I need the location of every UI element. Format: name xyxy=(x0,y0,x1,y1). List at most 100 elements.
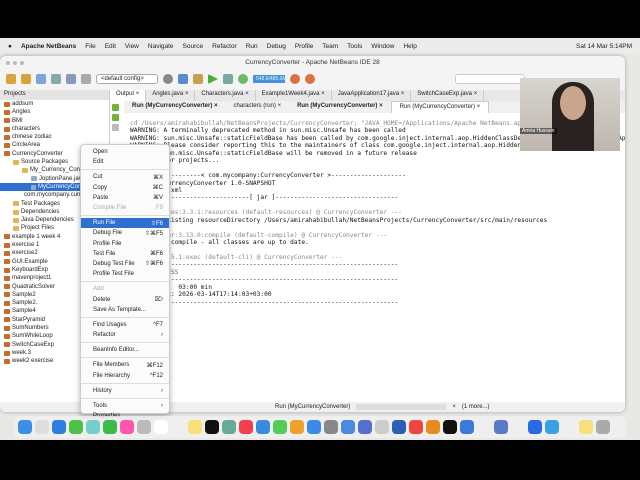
menu-file[interactable]: File xyxy=(85,43,95,50)
new-file-icon[interactable] xyxy=(6,74,16,84)
menu-item-find-usages[interactable]: Find Usages ^F7 xyxy=(81,320,169,330)
close-icon[interactable]: × xyxy=(243,91,249,97)
menu-edit[interactable]: Edit xyxy=(105,43,116,50)
menu-item-edit[interactable]: Edit xyxy=(81,157,169,167)
menu-debug[interactable]: Debug xyxy=(267,43,286,50)
dock-app-icon[interactable] xyxy=(171,420,185,434)
close-icon[interactable]: × xyxy=(475,104,481,110)
rerun-icon[interactable] xyxy=(112,104,119,111)
dock-app-icon[interactable] xyxy=(545,420,559,434)
dock-app-icon[interactable] xyxy=(103,420,117,434)
open-project-icon[interactable] xyxy=(36,74,46,84)
memory-indicator[interactable]: 548.6/485.6MB xyxy=(253,75,290,83)
gc-icon-2[interactable] xyxy=(305,74,315,84)
dock-app-icon[interactable] xyxy=(120,420,134,434)
dock-app-icon[interactable] xyxy=(494,420,508,434)
menu-team[interactable]: Team xyxy=(322,43,338,50)
menu-item-tools[interactable]: Tools › xyxy=(81,401,169,411)
dock-app-icon[interactable] xyxy=(341,420,355,434)
dock-app-icon[interactable] xyxy=(137,420,151,434)
stop-icon[interactable] xyxy=(112,124,119,131)
dock-app-icon[interactable] xyxy=(273,420,287,434)
gc-icon[interactable] xyxy=(290,74,300,84)
dock-app-icon[interactable] xyxy=(375,420,389,434)
menu-source[interactable]: Source xyxy=(183,43,204,50)
menu-item-open[interactable]: Open xyxy=(81,147,169,157)
tree-item[interactable]: Angles xyxy=(0,108,109,116)
menu-item-copy[interactable]: Copy ⌘C xyxy=(81,183,169,193)
dock-app-icon[interactable] xyxy=(511,420,525,434)
menu-navigate[interactable]: Navigate xyxy=(148,43,174,50)
menu-item-run-file[interactable]: Run File ⇧F6 xyxy=(81,218,169,229)
dock-app-icon[interactable] xyxy=(222,420,236,434)
profile-icon[interactable] xyxy=(238,74,248,84)
dock-app-icon[interactable] xyxy=(443,420,457,434)
close-icon[interactable]: × xyxy=(183,91,189,97)
menu-item-compile-file[interactable]: Compile File F9 xyxy=(81,203,169,213)
editor-tab[interactable]: Output × xyxy=(110,90,147,101)
editor-tab[interactable]: SwitchCaseExp.java × xyxy=(411,90,485,101)
dock-app-icon[interactable] xyxy=(290,420,304,434)
menu-window[interactable]: Window xyxy=(371,43,394,50)
dock-app-icon[interactable] xyxy=(239,420,253,434)
dock-app-icon[interactable] xyxy=(69,420,83,434)
redo-icon[interactable] xyxy=(81,74,91,84)
app-menu[interactable]: Apache NetBeans xyxy=(21,43,76,50)
output-tab[interactable]: characters (run) × xyxy=(226,101,290,113)
close-icon[interactable]: × xyxy=(276,103,282,109)
run-icon[interactable] xyxy=(208,74,218,84)
menu-item-paste[interactable]: Paste ⌘V xyxy=(81,193,169,203)
dock-app-icon[interactable] xyxy=(579,420,593,434)
debug-icon[interactable] xyxy=(223,74,233,84)
save-all-icon[interactable] xyxy=(51,74,61,84)
menu-refactor[interactable]: Refactor xyxy=(212,43,237,50)
menu-item-profile-test-file[interactable]: Profile Test File xyxy=(81,269,169,279)
menu-item-test-file[interactable]: Test File ⌘F6 xyxy=(81,249,169,259)
tree-item[interactable]: addsum xyxy=(0,100,109,108)
menu-item-profile-file[interactable]: Profile File xyxy=(81,239,169,249)
output-tab[interactable]: Run (MyCurrencyConverter) × xyxy=(390,101,490,113)
more-tasks[interactable]: (1 more...) xyxy=(462,404,490,410)
menu-item-file-hierarchy[interactable]: File Hierarchy ^F12 xyxy=(81,371,169,381)
dock-app-icon[interactable] xyxy=(52,420,66,434)
dock-app-icon[interactable] xyxy=(307,420,321,434)
rerun-options-icon[interactable] xyxy=(112,114,119,121)
menu-item-refactor[interactable]: Refactor › xyxy=(81,330,169,340)
tree-item[interactable]: chinese zodiac xyxy=(0,133,109,141)
output-tab[interactable]: Run (MyCurrencyConverter) × xyxy=(289,101,391,113)
dock-app-icon[interactable] xyxy=(596,420,610,434)
dock-app-icon[interactable] xyxy=(477,420,491,434)
menu-item-file-members[interactable]: File Members ⌘F12 xyxy=(81,360,169,370)
dock-app-icon[interactable] xyxy=(154,420,168,434)
dock-app-icon[interactable] xyxy=(460,420,474,434)
menu-item-save-as-template-[interactable]: Save As Template... xyxy=(81,305,169,315)
menu-item-delete[interactable]: Delete ⌦ xyxy=(81,294,169,304)
tree-item[interactable]: characters xyxy=(0,125,109,133)
clock[interactable]: Sat 14 Mar 5:14PM xyxy=(576,43,632,50)
dock-app-icon[interactable] xyxy=(426,420,440,434)
window-controls[interactable] xyxy=(6,61,24,65)
menu-item-beaninfo-editor-[interactable]: BeanInfo Editor... xyxy=(81,345,169,355)
dock-app-icon[interactable] xyxy=(324,420,338,434)
dock-app-icon[interactable] xyxy=(409,420,423,434)
tree-item[interactable]: BMI xyxy=(0,117,109,125)
dock-app-icon[interactable] xyxy=(188,420,202,434)
menu-item-history[interactable]: History › xyxy=(81,386,169,396)
clean-build-icon[interactable] xyxy=(193,74,203,84)
search-input[interactable] xyxy=(455,74,525,84)
dock-app-icon[interactable] xyxy=(392,420,406,434)
menu-item-debug-test-file[interactable]: Debug Test File ⇧⌘F6 xyxy=(81,259,169,269)
menu-tools[interactable]: Tools xyxy=(347,43,362,50)
close-icon[interactable]: × xyxy=(472,91,478,97)
close-icon[interactable]: × xyxy=(134,91,140,97)
close-icon[interactable]: × xyxy=(320,91,325,97)
config-select[interactable]: <default config> xyxy=(96,74,158,84)
dock-app-icon[interactable] xyxy=(86,420,100,434)
menu-item-cut[interactable]: Cut ⌘X xyxy=(81,172,169,182)
close-icon[interactable]: × xyxy=(377,103,383,109)
close-icon[interactable]: × xyxy=(212,103,218,109)
dock-app-icon[interactable] xyxy=(256,420,270,434)
output-tab[interactable]: Run (MyCurrencyConverter) × xyxy=(124,101,226,113)
tab-projects[interactable]: Projects xyxy=(0,90,109,100)
globe-icon[interactable] xyxy=(163,74,173,84)
